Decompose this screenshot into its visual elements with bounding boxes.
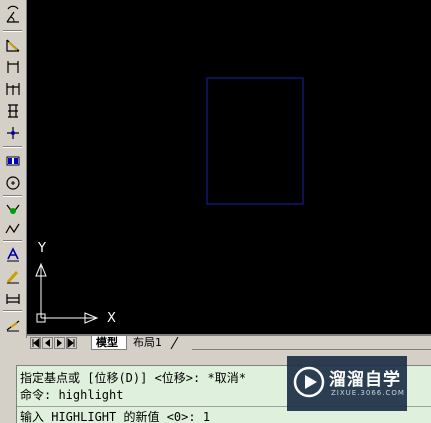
leader-icon[interactable] — [2, 218, 23, 239]
angle-icon[interactable] — [2, 6, 23, 27]
last-tab-button[interactable] — [66, 337, 77, 349]
toolbar-separator — [3, 30, 22, 32]
highlighted-rectangle[interactable] — [206, 77, 304, 205]
prev-tab-button[interactable] — [42, 337, 53, 349]
tab-model[interactable]: 模型 — [91, 336, 127, 350]
first-tab-button[interactable] — [30, 337, 41, 349]
play-logo-icon — [293, 366, 325, 398]
text-icon[interactable] — [2, 244, 23, 265]
watermark-subtitle: ZIXUE.3066.COM — [331, 389, 405, 397]
toolbar-footer — [0, 338, 27, 351]
command-prompt: 输入 HIGHLIGHT 的新值 <0>: 1 — [20, 410, 211, 423]
toolbar-separator — [3, 146, 22, 148]
tolerance-icon[interactable] — [2, 150, 23, 171]
toolbar-separator — [3, 240, 22, 242]
drawing-canvas[interactable]: Y X — [27, 0, 431, 334]
next-tab-button[interactable] — [54, 337, 65, 349]
toolbar-separator — [3, 310, 22, 312]
dim-update-icon[interactable] — [2, 288, 23, 309]
dim-baseline-icon[interactable] — [2, 78, 23, 99]
tab-layout1-label: 布局1 — [133, 336, 162, 349]
edit-text-icon[interactable] — [2, 266, 23, 287]
command-history-line: 指定基点或 [位移(D)] <位移>: *取消* — [20, 371, 246, 385]
dim-edit-icon[interactable] — [2, 198, 23, 219]
tab-slant-icon — [170, 336, 179, 350]
dim-linear-icon[interactable] — [2, 56, 23, 77]
command-history-line: 命令: highlight — [20, 388, 124, 402]
tab-bar-underline — [192, 349, 431, 350]
tab-model-label: 模型 — [96, 336, 118, 349]
ucs-y-label: Y — [38, 241, 46, 256]
ucs-icon — [35, 262, 99, 324]
toolbar-separator — [3, 195, 22, 197]
watermark-badge: 溜溜自学 ZIXUE.3066.COM — [287, 356, 407, 411]
dim-angular-icon[interactable] — [2, 34, 23, 55]
center-mark-icon[interactable] — [2, 172, 23, 193]
cad-window: Y X 模型 布局1 指定基点或 [位移(D)] <位移>: *取消* 命令: … — [0, 0, 431, 423]
layout-tab-bar: 模型 布局1 — [27, 336, 431, 351]
dim-continue-icon[interactable] — [2, 100, 23, 121]
canvas-drawing — [35, 77, 304, 324]
oblique-icon[interactable] — [2, 314, 23, 335]
ucs-x-label: X — [107, 311, 116, 326]
dimension-toolbar — [0, 0, 27, 338]
dim-ordinate-icon[interactable] — [2, 122, 23, 143]
watermark-title: 溜溜自学 — [329, 370, 401, 390]
